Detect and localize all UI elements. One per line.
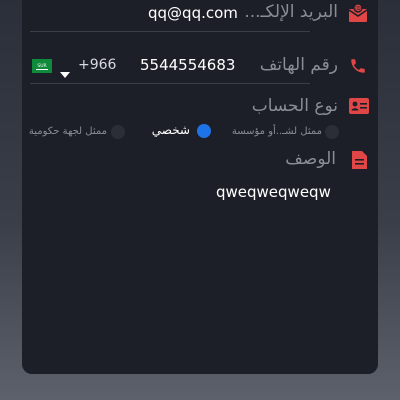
caret-down-icon[interactable] — [60, 63, 70, 82]
email-row[interactable]: @ البريد الإلكـ... qq@qq.com — [22, 0, 378, 32]
account-type-row: نوع الحساب ممثل لشـ..أو مؤسسة شخصي ممثل … — [22, 90, 378, 140]
email-input[interactable]: qq@qq.com — [148, 4, 238, 22]
phone-row: رقم الهاتف 5544554683 +966 SUR — [22, 40, 378, 84]
id-card-icon — [349, 98, 369, 118]
phone-icon — [349, 57, 367, 79]
phone-label: رقم الهاتف — [259, 55, 338, 75]
svg-text:@: @ — [355, 6, 361, 13]
phone-number-input[interactable]: 5544554683 — [140, 56, 235, 74]
country-code[interactable]: +966 — [78, 57, 116, 73]
email-envelope-icon: @ — [348, 3, 368, 27]
radio-label-organization[interactable]: ممثل لشـ..أو مؤسسة — [232, 126, 322, 137]
account-type-label: نوع الحساب — [251, 96, 338, 116]
svg-text:SUR: SUR — [37, 63, 46, 69]
email-divider — [30, 31, 310, 32]
radio-government[interactable] — [111, 125, 125, 139]
phone-divider — [30, 83, 310, 84]
email-label: البريد الإلكـ... — [244, 2, 338, 22]
radio-label-personal[interactable]: شخصي — [152, 123, 190, 137]
radio-label-government[interactable]: ممثل لجهة حكومية — [29, 126, 107, 137]
radio-organization[interactable] — [325, 125, 339, 139]
description-input[interactable]: qweqweqweqw — [216, 183, 331, 201]
document-icon — [352, 151, 367, 173]
description-label: الوصف — [285, 149, 336, 169]
form-card: @ البريد الإلكـ... qq@qq.com رقم الهاتف … — [22, 0, 378, 374]
description-row: الوصف qweqweqweqw — [22, 145, 378, 225]
saudi-flag-icon[interactable]: SUR — [32, 58, 52, 77]
radio-personal[interactable] — [197, 124, 211, 138]
